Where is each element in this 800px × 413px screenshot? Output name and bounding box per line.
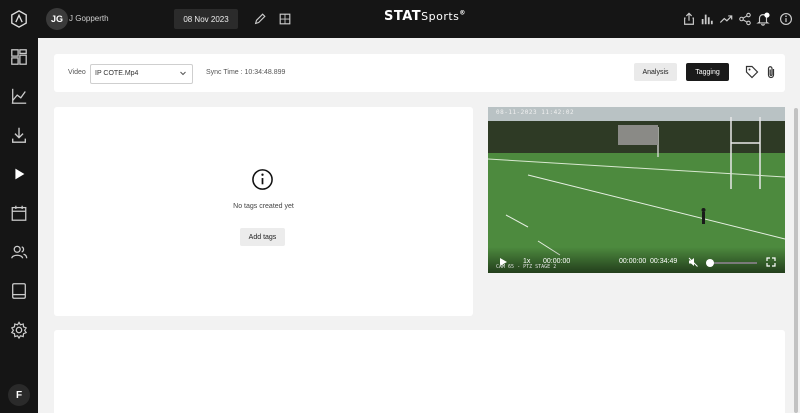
attachment-icon[interactable]: [764, 65, 778, 79]
tagging-button[interactable]: Tagging: [686, 63, 729, 81]
fullscreen-icon[interactable]: [766, 257, 776, 267]
tablet-icon[interactable]: [9, 281, 29, 301]
video-timestamp-overlay: 08-11-2023 11:42:02: [496, 109, 575, 116]
dashboard-icon[interactable]: [9, 47, 29, 67]
bar-chart-icon[interactable]: [699, 11, 715, 27]
video-player[interactable]: 08-11-2023 11:42:02 1x 00:00:00 00:00:00…: [488, 107, 785, 273]
app-logo-icon[interactable]: [9, 9, 29, 29]
video-controls-bar: Video IP COTE.Mp4 Sync Time : 10:34:48.8…: [54, 54, 785, 92]
brand-logo: STATSports®: [384, 9, 465, 27]
volume-slider[interactable]: [709, 262, 757, 264]
video-label: Video: [68, 69, 86, 76]
chevron-down-icon: [180, 71, 186, 76]
camera-label-overlay: CAM 65 - PTZ STAGE 2: [496, 264, 557, 270]
date-selector[interactable]: 08 Nov 2023: [174, 9, 238, 29]
user-name[interactable]: J Gopperth: [69, 14, 109, 23]
trend-icon[interactable]: [718, 11, 734, 27]
analytics-icon[interactable]: [9, 86, 29, 106]
volume-slider-handle[interactable]: [706, 259, 714, 267]
current-time: 00:00:00: [619, 258, 647, 265]
users-icon[interactable]: [9, 242, 29, 262]
share-upload-icon[interactable]: [681, 11, 697, 27]
tags-panel: No tags created yet Add tags: [54, 107, 473, 316]
notification-bell-icon[interactable]: [755, 11, 771, 27]
video-select[interactable]: IP COTE.Mp4: [90, 64, 193, 84]
brand-mark: ®: [459, 9, 466, 17]
share-icon[interactable]: [737, 11, 753, 27]
edit-icon[interactable]: [252, 11, 268, 27]
download-icon[interactable]: [9, 125, 29, 145]
mute-icon[interactable]: [688, 257, 698, 267]
duration-time: 00:34:49: [650, 258, 678, 265]
scrollbar[interactable]: [794, 108, 798, 413]
bottom-panel: [54, 330, 785, 413]
calculator-icon[interactable]: [277, 11, 293, 27]
info-icon[interactable]: [778, 11, 794, 27]
info-icon: [252, 169, 273, 190]
user-avatar[interactable]: F: [8, 384, 30, 406]
sidebar: F: [0, 0, 38, 413]
brand-lite: Sports: [421, 10, 460, 23]
settings-icon[interactable]: [9, 320, 29, 340]
top-bar: JG J Gopperth 08 Nov 2023 STATSports®: [38, 0, 800, 38]
brand-bold: STAT: [384, 9, 422, 24]
tag-icon[interactable]: [745, 65, 759, 79]
empty-state-text: No tags created yet: [233, 203, 294, 210]
calendar-icon[interactable]: [9, 203, 29, 223]
analysis-button[interactable]: Analysis: [634, 63, 677, 81]
play-icon[interactable]: [9, 164, 29, 184]
add-tags-button[interactable]: Add tags: [240, 228, 285, 246]
sync-time: Sync Time : 10:34:48.899: [206, 69, 286, 76]
avatar[interactable]: JG: [46, 8, 68, 30]
video-select-value: IP COTE.Mp4: [95, 70, 139, 77]
